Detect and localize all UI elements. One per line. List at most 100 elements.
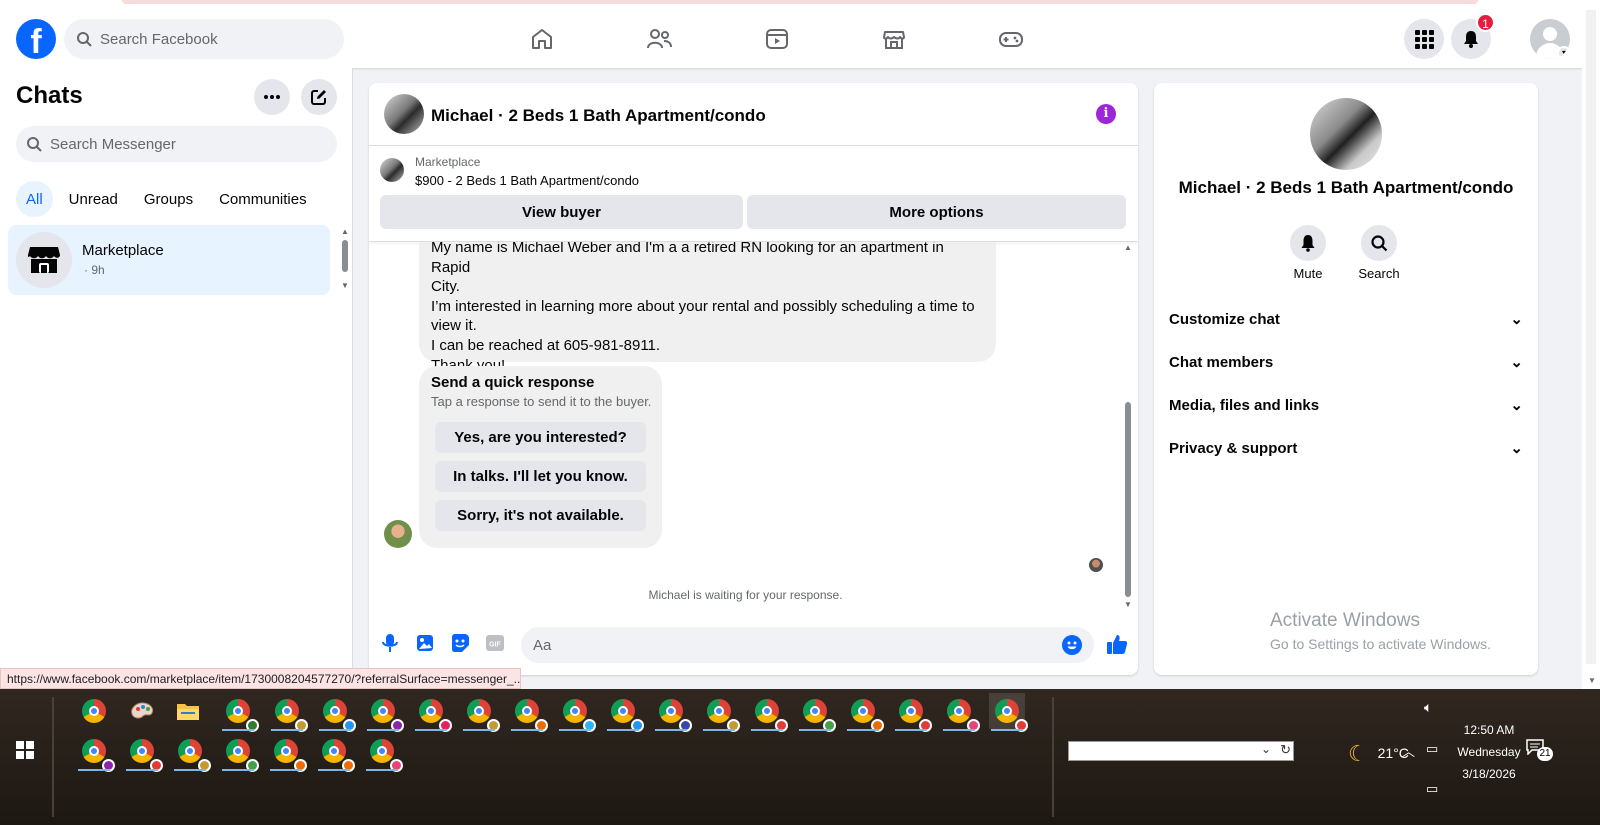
search-action[interactable]: Search xyxy=(1349,225,1409,281)
chrome-profile-taskbar-icon-active[interactable] xyxy=(989,693,1028,732)
weather-widget[interactable]: ☾ 21°C xyxy=(1348,741,1409,767)
clock-day: Wednesday xyxy=(1457,745,1521,759)
network-icon[interactable]: ▭ xyxy=(1426,741,1438,757)
clock-date: 3/18/2026 xyxy=(1462,767,1516,781)
nav-video[interactable] xyxy=(757,19,797,59)
notifications-button[interactable]: 1 xyxy=(1451,13,1495,59)
quick-response-option[interactable]: In talks. I'll let you know. xyxy=(435,461,646,492)
media-files-links-section[interactable]: Media, files and links ⌄ xyxy=(1169,395,1523,415)
facebook-logo[interactable]: f xyxy=(16,19,56,59)
quick-response-option[interactable]: Yes, are you interested? xyxy=(435,422,646,453)
message-line: I’m interested in learning more about yo… xyxy=(431,297,975,315)
quick-response-option[interactable]: Sorry, it's not available. xyxy=(435,500,646,531)
chrome-profile-taskbar-icon[interactable] xyxy=(364,733,403,772)
windows-start-icon[interactable] xyxy=(16,741,34,759)
emoji-icon[interactable] xyxy=(1062,635,1082,655)
new-message-button[interactable] xyxy=(301,79,337,115)
privacy-support-section[interactable]: Privacy & support ⌄ xyxy=(1169,438,1523,458)
mute-action[interactable]: Mute xyxy=(1278,225,1338,281)
display-icon[interactable]: ▭ xyxy=(1426,781,1438,797)
nav-marketplace[interactable] xyxy=(874,19,914,59)
chrome-profile-taskbar-icon[interactable] xyxy=(268,733,307,772)
chrome-profile-taskbar-icon[interactable] xyxy=(941,693,980,732)
refresh-icon[interactable]: ↻ xyxy=(1280,742,1291,758)
search-facebook-placeholder: Search Facebook xyxy=(100,30,218,48)
chrome-profile-taskbar-icon[interactable] xyxy=(557,693,596,732)
chrome-profile-taskbar-icon[interactable] xyxy=(749,693,788,732)
attach-photo-button[interactable] xyxy=(415,633,435,653)
message-line: I can be reached at 605-981-8911. xyxy=(431,336,661,354)
voice-clip-button[interactable] xyxy=(380,633,400,653)
search-messenger-field[interactable]: Search Messenger xyxy=(16,126,337,162)
scroll-up-arrow-icon[interactable]: ▲ xyxy=(340,228,350,236)
chrome-profile-taskbar-icon[interactable] xyxy=(701,693,740,732)
chrome-profile-taskbar-icon[interactable] xyxy=(461,693,500,732)
marketplace-avatar xyxy=(16,232,72,288)
search-facebook-field[interactable]: Search Facebook xyxy=(64,19,344,59)
account-avatar[interactable]: ▾ xyxy=(1530,19,1570,59)
taskbar-clock[interactable]: 12:50 AM Wednesday 3/18/2026 xyxy=(1452,719,1526,785)
message-input-placeholder: Aa xyxy=(533,636,552,654)
action-center-button[interactable]: 21 xyxy=(1526,739,1553,763)
page-scrollbar[interactable]: ▼ xyxy=(1582,10,1600,689)
chrome-profile-taskbar-icon[interactable] xyxy=(365,693,404,732)
chrome-profile-taskbar-icon[interactable] xyxy=(269,693,308,732)
listing-thumbnail[interactable] xyxy=(380,158,404,182)
chrome-profile-taskbar-icon[interactable] xyxy=(172,733,211,772)
chevron-down-icon: ⌄ xyxy=(1510,354,1523,371)
chrome-profile-taskbar-icon[interactable] xyxy=(76,733,115,772)
scroll-down-arrow-icon[interactable]: ▼ xyxy=(1587,677,1597,685)
chrome-taskbar-icon[interactable] xyxy=(76,693,112,729)
taskbar-search-box[interactable]: ⌄ ↻ xyxy=(1068,741,1294,761)
sender-avatar[interactable] xyxy=(384,520,412,548)
chrome-profile-taskbar-icon[interactable] xyxy=(317,693,356,732)
menu-button[interactable] xyxy=(1404,19,1444,59)
file-explorer-taskbar-icon[interactable] xyxy=(170,693,206,729)
chrome-profile-taskbar-icon[interactable] xyxy=(220,693,259,732)
chrome-profile-taskbar-icon[interactable] xyxy=(316,733,355,772)
info-icon[interactable]: i xyxy=(1096,104,1116,124)
gif-button[interactable]: GIF xyxy=(485,633,505,653)
scroll-up-arrow-icon[interactable]: ▲ xyxy=(1123,244,1133,252)
show-hidden-icons[interactable]: ︿ xyxy=(1402,741,1415,760)
nav-friends[interactable] xyxy=(639,19,679,59)
section-label: Customize chat xyxy=(1169,310,1280,328)
volume-icon[interactable]: 🔈︎ xyxy=(1424,699,1432,716)
chrome-profile-taskbar-icon[interactable] xyxy=(845,693,884,732)
chrome-profile-taskbar-icon[interactable] xyxy=(893,693,932,732)
scroll-down-arrow-icon[interactable]: ▼ xyxy=(340,282,350,290)
message-scrollbar[interactable]: ▲ ▼ xyxy=(1122,242,1134,612)
chrome-profile-taskbar-icon[interactable] xyxy=(653,693,692,732)
listing-profile-image[interactable] xyxy=(1310,98,1382,170)
filter-groups[interactable]: Groups xyxy=(134,181,203,217)
chrome-profile-taskbar-icon[interactable] xyxy=(413,693,452,732)
chrome-profile-taskbar-icon[interactable] xyxy=(124,733,163,772)
message-input[interactable]: Aa xyxy=(521,627,1094,663)
view-buyer-button[interactable]: View buyer xyxy=(380,195,743,229)
paint-taskbar-icon[interactable] xyxy=(124,693,160,729)
chat-members-section[interactable]: Chat members ⌄ xyxy=(1169,352,1523,372)
chat-list-item[interactable]: Marketplace · 9h xyxy=(8,225,330,295)
nav-home[interactable] xyxy=(522,19,562,59)
clock-time: 12:50 AM xyxy=(1463,723,1515,737)
chats-options-button[interactable] xyxy=(254,79,290,115)
listing-avatar[interactable] xyxy=(384,94,424,134)
customize-chat-section[interactable]: Customize chat ⌄ xyxy=(1169,309,1523,329)
sticker-button[interactable] xyxy=(450,633,470,653)
chrome-profile-taskbar-icon[interactable] xyxy=(605,693,644,732)
listing-title[interactable]: $900 - 2 Beds 1 Bath Apartment/condo xyxy=(415,173,639,188)
conversation-title[interactable]: Michael · 2 Beds 1 Bath Apartment/condo xyxy=(431,106,766,126)
chrome-profile-taskbar-icon[interactable] xyxy=(220,733,259,772)
chrome-profile-taskbar-icon[interactable] xyxy=(509,693,548,732)
filter-all[interactable]: All xyxy=(16,181,53,217)
compose-icon xyxy=(311,90,326,105)
more-options-button[interactable]: More options xyxy=(747,195,1126,229)
nav-gaming[interactable] xyxy=(991,19,1031,59)
filter-unread[interactable]: Unread xyxy=(59,181,128,217)
scroll-down-arrow-icon[interactable]: ▼ xyxy=(1123,601,1133,609)
send-like-button[interactable] xyxy=(1105,632,1129,656)
sticker-icon xyxy=(452,634,469,652)
filter-communities[interactable]: Communities xyxy=(209,181,317,217)
chrome-profile-taskbar-icon[interactable] xyxy=(797,693,836,732)
chat-list-scrollbar[interactable]: ▲ ▼ xyxy=(340,226,350,290)
